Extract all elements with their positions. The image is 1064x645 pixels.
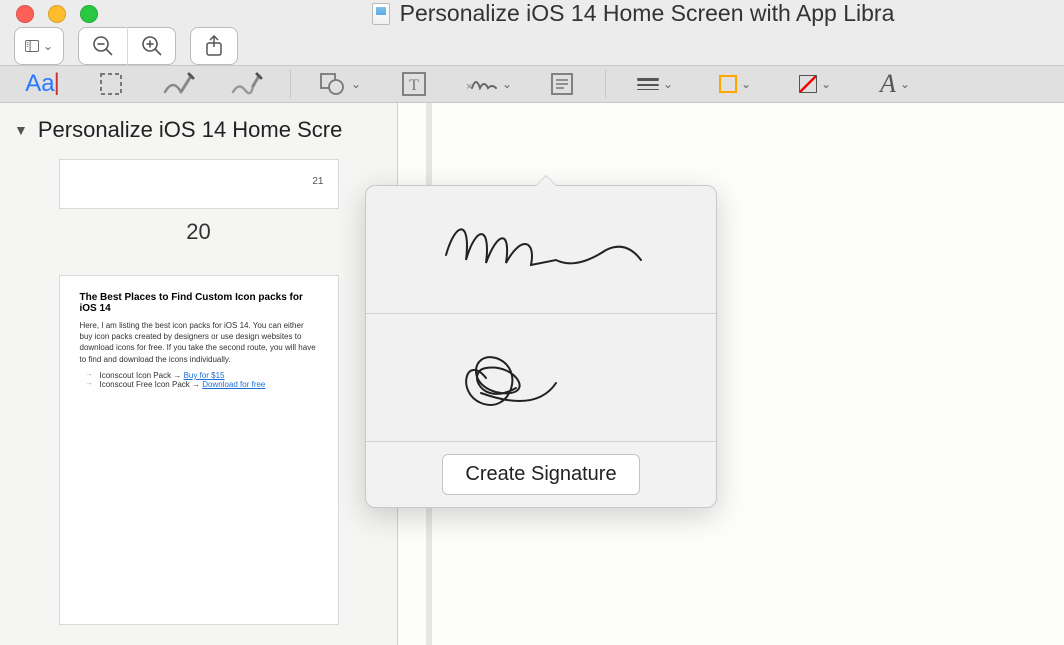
sidebar-doc-title: Personalize iOS 14 Home Scre [38, 117, 342, 143]
toolbar-divider [290, 70, 291, 98]
note-button[interactable] [537, 66, 587, 102]
page-thumbnail[interactable]: 21 [59, 159, 339, 209]
sidebar-toggle-group: ⌄ [14, 27, 64, 65]
share-button[interactable] [190, 27, 238, 65]
zoom-in-icon [141, 35, 163, 57]
sketch-icon [163, 72, 195, 96]
signature-option-2[interactable] [366, 314, 716, 442]
toggle-sidebar-button[interactable]: ⌄ [15, 27, 63, 65]
fill-color-swatch [799, 75, 817, 93]
window-title: Personalize iOS 14 Home Screen with App … [98, 0, 1048, 27]
note-icon [550, 72, 574, 96]
thumbnails-sidebar: ▼ Personalize iOS 14 Home Scre 21 20 The… [0, 103, 398, 645]
draw-tool-button[interactable] [222, 66, 272, 102]
current-page-label: 20 [40, 219, 357, 245]
draw-icon [231, 72, 263, 96]
signature-option-1[interactable] [366, 186, 716, 314]
chevron-down-icon: ⌄ [43, 39, 53, 53]
signature-button[interactable]: × ⌄ [457, 66, 519, 102]
thumb-blurb: Here, I am listing the best icon packs f… [80, 320, 318, 365]
document-icon [372, 3, 390, 25]
chevron-down-icon: ⌄ [821, 77, 831, 91]
zoom-in-button[interactable] [127, 27, 175, 65]
sidebar-doc-title-row[interactable]: ▼ Personalize iOS 14 Home Scre [0, 111, 397, 149]
line-weight-button[interactable]: ⌄ [624, 66, 686, 102]
chevron-down-icon: ⌄ [351, 77, 361, 91]
toolbar-divider [605, 70, 606, 98]
shapes-icon [319, 72, 347, 96]
thumbnail-page-number: 21 [312, 176, 323, 187]
signature-preview-1 [426, 205, 656, 295]
sidebar-panel-icon [25, 37, 39, 55]
text-box-icon: T [401, 71, 427, 97]
sketch-tool-button[interactable] [154, 66, 204, 102]
share-icon [205, 35, 223, 57]
line-weight-icon [637, 78, 659, 90]
minimize-window-button[interactable] [48, 5, 66, 23]
thumb-list-item: Iconscout Icon Pack → Buy for $15 [92, 371, 318, 380]
fullscreen-window-button[interactable] [80, 5, 98, 23]
signature-popover: Create Signature [365, 185, 717, 508]
fill-color-button[interactable]: ⌄ [784, 66, 846, 102]
selection-icon [98, 71, 124, 97]
zoom-out-icon [92, 35, 114, 57]
thumb-link: Download for free [202, 380, 265, 389]
zoom-out-button[interactable] [79, 27, 127, 65]
signature-icon: × [464, 72, 498, 96]
markup-toolbar: Aa| ⌄ T × ⌄ ⌄ ⌄ [0, 65, 1064, 103]
zoom-group [78, 27, 176, 65]
text-style-button[interactable]: Aa| [18, 66, 68, 102]
page-thumbnail[interactable]: The Best Places to Find Custom Icon pack… [59, 275, 339, 625]
thumb-heading: The Best Places to Find Custom Icon pack… [80, 292, 318, 314]
popover-footer: Create Signature [366, 442, 716, 507]
window-title-text: Personalize iOS 14 Home Screen with App … [400, 0, 895, 27]
chevron-down-icon: ⌄ [502, 77, 512, 91]
close-window-button[interactable] [16, 5, 34, 23]
font-style-button[interactable]: A ⌄ [864, 66, 926, 102]
thumb-link: Buy for $15 [184, 371, 225, 380]
selection-tool-button[interactable] [86, 66, 136, 102]
thumbnails-list: 21 20 The Best Places to Find Custom Ico… [0, 149, 397, 645]
text-box-button[interactable]: T [389, 66, 439, 102]
titlebar: Personalize iOS 14 Home Screen with App … [0, 0, 1064, 27]
stroke-color-button[interactable]: ⌄ [704, 66, 766, 102]
font-icon: A [880, 69, 896, 99]
stroke-color-swatch [719, 75, 737, 93]
create-signature-button[interactable]: Create Signature [442, 454, 639, 495]
shapes-button[interactable]: ⌄ [309, 66, 371, 102]
signature-preview-2 [426, 333, 656, 423]
svg-text:T: T [409, 77, 419, 94]
chevron-down-icon: ⌄ [741, 77, 751, 91]
chevron-down-icon: ⌄ [900, 77, 910, 91]
traffic-lights [16, 5, 98, 23]
main-toolbar: ⌄ [0, 27, 1064, 65]
disclosure-triangle-icon: ▼ [14, 122, 28, 138]
chevron-down-icon: ⌄ [663, 77, 673, 91]
thumb-list-item: Iconscout Free Icon Pack → Download for … [92, 380, 318, 389]
